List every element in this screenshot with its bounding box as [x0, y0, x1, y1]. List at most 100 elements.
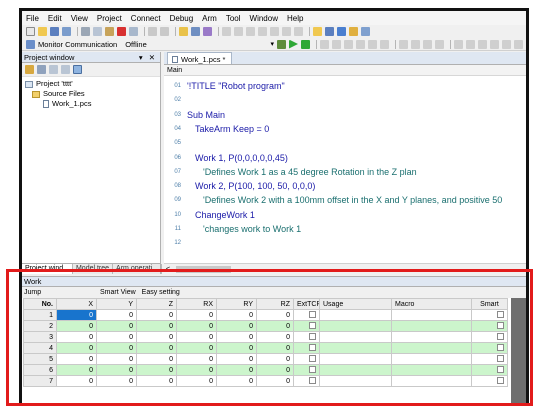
next-bookmark-icon[interactable]: [282, 27, 291, 36]
vertical-scrollbar[interactable]: [511, 298, 526, 403]
cell-rz[interactable]: 0: [256, 331, 294, 343]
cell-y[interactable]: 0: [96, 375, 137, 387]
code-line[interactable]: 04 TakeArm Keep = 0: [164, 122, 526, 136]
step-over-icon[interactable]: [344, 39, 353, 49]
cell-macro[interactable]: [391, 331, 472, 343]
teach-icon[interactable]: [349, 27, 358, 36]
cell-usage[interactable]: [319, 342, 392, 354]
tab-project-window[interactable]: Project wind...: [22, 264, 73, 274]
table-row[interactable]: 6000000: [23, 364, 508, 376]
scope-selector[interactable]: Main: [164, 65, 526, 76]
build-icon[interactable]: [179, 27, 188, 36]
col-ry[interactable]: RY: [216, 298, 257, 310]
callstack-icon[interactable]: [411, 39, 420, 49]
smart-checkbox[interactable]: [497, 333, 504, 341]
float-icon[interactable]: [514, 39, 523, 49]
move-up-icon[interactable]: [49, 65, 58, 74]
io-icon[interactable]: [435, 39, 444, 49]
open-folder-icon[interactable]: [38, 27, 47, 36]
col-macro[interactable]: Macro: [391, 298, 472, 310]
copy-icon[interactable]: [93, 27, 102, 36]
scroll-thumb[interactable]: [176, 266, 231, 273]
redo-icon[interactable]: [160, 27, 169, 36]
menu-project[interactable]: Project: [97, 14, 122, 23]
cut-icon[interactable]: [81, 27, 90, 36]
cell-rx[interactable]: 0: [176, 309, 217, 321]
watch-icon[interactable]: [399, 39, 408, 49]
cell-ry[interactable]: 0: [216, 353, 257, 365]
step-icon[interactable]: [301, 39, 310, 49]
cell-rx[interactable]: 0: [176, 331, 217, 343]
cell-macro[interactable]: [391, 342, 472, 354]
table-row[interactable]: 5000000: [23, 353, 508, 365]
exttcp-checkbox[interactable]: [309, 366, 316, 374]
menu-debug[interactable]: Debug: [170, 14, 194, 23]
undo-icon[interactable]: [148, 27, 157, 36]
cell-x[interactable]: 0: [56, 375, 97, 387]
col-z[interactable]: Z: [136, 298, 177, 310]
indent-icon[interactable]: [222, 27, 231, 36]
table-row[interactable]: 1000000: [23, 309, 508, 321]
properties-icon[interactable]: [313, 27, 322, 36]
horizontal-scrollbar[interactable]: <: [164, 263, 526, 274]
project-settings-icon[interactable]: [25, 65, 34, 74]
prev-bookmark-icon[interactable]: [294, 27, 303, 36]
run-icon[interactable]: [289, 39, 298, 49]
step-out-icon[interactable]: [356, 39, 365, 49]
download-icon[interactable]: [277, 39, 286, 49]
code-line[interactable]: 02: [164, 93, 526, 107]
cell-rx[interactable]: 0: [176, 342, 217, 354]
debug-icon[interactable]: [203, 27, 212, 36]
transfer-icon[interactable]: [191, 27, 200, 36]
cell-z[interactable]: 0: [136, 342, 177, 354]
trans-icon[interactable]: [478, 39, 487, 49]
cell-x[interactable]: 0: [56, 342, 97, 354]
cell-y[interactable]: 0: [96, 364, 137, 376]
arm-icon[interactable]: [337, 27, 346, 36]
cell-rz[interactable]: 0: [256, 364, 294, 376]
col-x[interactable]: X: [56, 298, 97, 310]
cell-ry[interactable]: 0: [216, 375, 257, 387]
breakpoint-icon[interactable]: [368, 39, 377, 49]
table-row[interactable]: 2000000: [23, 320, 508, 332]
smart-checkbox[interactable]: [497, 366, 504, 374]
scroll-left-icon[interactable]: <: [166, 264, 170, 275]
tab-model-tree[interactable]: Model tree: [73, 264, 114, 274]
cell-rx[interactable]: 0: [176, 353, 217, 365]
variables-icon[interactable]: [361, 27, 370, 36]
smart-checkbox[interactable]: [497, 355, 504, 363]
code-line[interactable]: 10 ChangeWork 1: [164, 208, 526, 222]
smart-checkbox[interactable]: [497, 377, 504, 385]
cell-usage[interactable]: [319, 320, 392, 332]
cell-ry[interactable]: 0: [216, 309, 257, 321]
code-line[interactable]: 06 Work 1, P(0,0,0,0,0,45): [164, 151, 526, 165]
cell-rx[interactable]: 0: [176, 320, 217, 332]
cell-macro[interactable]: [391, 309, 472, 321]
clear-breakpoints-icon[interactable]: [380, 39, 389, 49]
new-file-icon[interactable]: [26, 27, 35, 36]
cell-z[interactable]: 0: [136, 364, 177, 376]
code-area[interactable]: 01 '!TITLE "Robot program" 02 03 Sub Main 04 T…: [164, 77, 526, 263]
outdent-icon[interactable]: [234, 27, 243, 36]
cell-ry[interactable]: 0: [216, 342, 257, 354]
col-rx[interactable]: RX: [176, 298, 217, 310]
code-line[interactable]: 05: [164, 136, 526, 150]
refresh-icon[interactable]: [37, 65, 46, 74]
col-y[interactable]: Y: [96, 298, 137, 310]
smart-view-button[interactable]: Smart View: [100, 289, 136, 296]
col-rz[interactable]: RZ: [256, 298, 294, 310]
integer-icon[interactable]: [502, 39, 511, 49]
cell-z[interactable]: 0: [136, 353, 177, 365]
cell-rx[interactable]: 0: [176, 364, 217, 376]
cell-y[interactable]: 0: [96, 320, 137, 332]
exttcp-checkbox[interactable]: [309, 344, 316, 352]
cell-z[interactable]: 0: [136, 309, 177, 321]
chevron-down-icon[interactable]: ▾: [270, 40, 274, 48]
move-down-icon[interactable]: [61, 65, 70, 74]
col-no[interactable]: No.: [23, 298, 57, 310]
cell-rz[interactable]: 0: [256, 309, 294, 321]
menu-connect[interactable]: Connect: [131, 14, 161, 23]
easy-setting-button[interactable]: Easy setting: [142, 289, 180, 296]
cell-y[interactable]: 0: [96, 331, 137, 343]
code-line[interactable]: 01 '!TITLE "Robot program": [164, 79, 526, 93]
